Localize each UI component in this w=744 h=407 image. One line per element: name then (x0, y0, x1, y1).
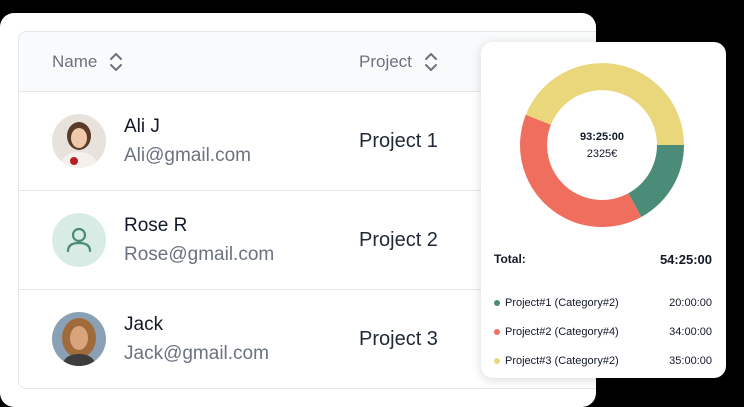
donut-center-time: 93:25:00 (579, 130, 625, 143)
legend-item: Project#1 (Category#2) 20:00:00 (494, 296, 712, 310)
legend: Project#1 (Category#2) 20:00:00 Project#… (494, 296, 712, 383)
total-value: 54:25:00 (659, 252, 712, 267)
column-header-name[interactable]: Name (52, 32, 123, 92)
row-name: Rose R (124, 215, 188, 236)
legend-label: Project#1 (Category#2) (505, 297, 619, 309)
row-project: Project 2 (359, 229, 438, 251)
row-name: Jack (124, 314, 164, 335)
sort-icon[interactable] (424, 51, 438, 73)
row-name: Ali J (124, 116, 160, 137)
sort-icon[interactable] (109, 51, 123, 73)
total-label: Total: (494, 252, 526, 266)
donut-center-money: 2325€ (586, 147, 618, 160)
legend-label: Project#3 (Category#2) (505, 355, 619, 367)
row-email: Rose@gmail.com (124, 244, 275, 265)
legend-value: 20:00:00 (669, 297, 712, 309)
photo-woman-icon (52, 114, 106, 168)
row-project: Project 1 (359, 130, 438, 152)
photo-woman-icon (52, 312, 106, 366)
row-email: Ali@gmail.com (124, 145, 251, 166)
legend-label: Project#2 (Category#4) (505, 326, 619, 338)
legend-dot-icon (494, 329, 500, 335)
legend-dot-icon (494, 300, 500, 306)
legend-value: 35:00:00 (669, 355, 712, 367)
avatar-photo-icon (52, 312, 106, 366)
column-header-project[interactable]: Project (359, 32, 438, 92)
user-icon (66, 227, 92, 253)
column-header-name-label: Name (52, 52, 98, 71)
donut-center: 93:25:00 2325€ (520, 63, 684, 227)
row-email: Jack@gmail.com (124, 343, 269, 364)
total-row: Total: 54:25:00 (494, 252, 712, 267)
row-project: Project 3 (359, 328, 438, 350)
legend-dot-icon (494, 358, 500, 364)
legend-item: Project#2 (Category#4) 34:00:00 (494, 325, 712, 339)
avatar-placeholder (52, 213, 106, 267)
column-header-project-label: Project (359, 52, 412, 71)
time-summary-card: 93:25:00 2325€ Total: 54:25:00 Project#1… (481, 42, 726, 378)
legend-value: 34:00:00 (669, 326, 712, 338)
legend-item: Project#3 (Category#2) 35:00:00 (494, 354, 712, 368)
avatar-photo-icon (52, 114, 106, 168)
